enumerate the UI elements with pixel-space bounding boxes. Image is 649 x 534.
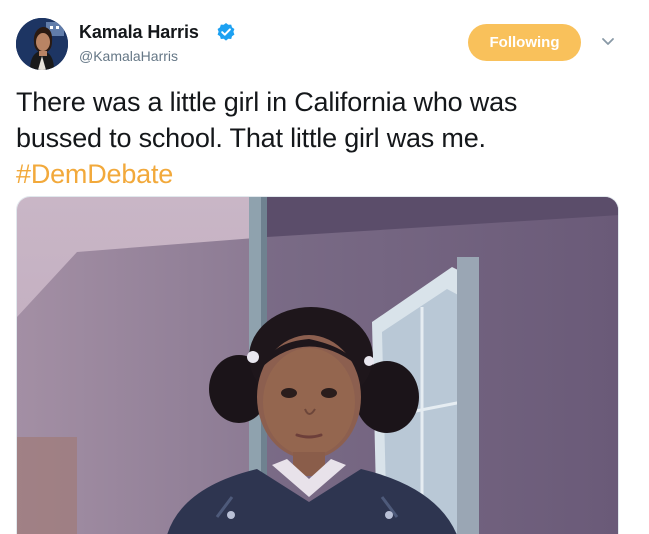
avatar-photo [16,18,68,70]
tweet-text-line: There was a little girl in California wh… [16,87,518,117]
display-name[interactable]: Kamala Harris [79,22,199,43]
handle[interactable]: @KamalaHarris [79,48,178,64]
avatar[interactable] [16,18,68,70]
photo-image [17,197,618,534]
tweet-text-line: bussed to school. That little girl was m… [16,123,486,153]
tweet-text: There was a little girl in California wh… [16,84,626,192]
verified-badge-icon [217,23,235,41]
chevron-down-icon[interactable] [600,36,616,48]
hashtag-link[interactable]: #DemDebate [16,156,626,192]
tweet-card: Kamala Harris @KamalaHarris Following Th… [0,0,649,534]
following-button[interactable]: Following [468,24,581,61]
tweet-photo[interactable] [16,196,619,534]
